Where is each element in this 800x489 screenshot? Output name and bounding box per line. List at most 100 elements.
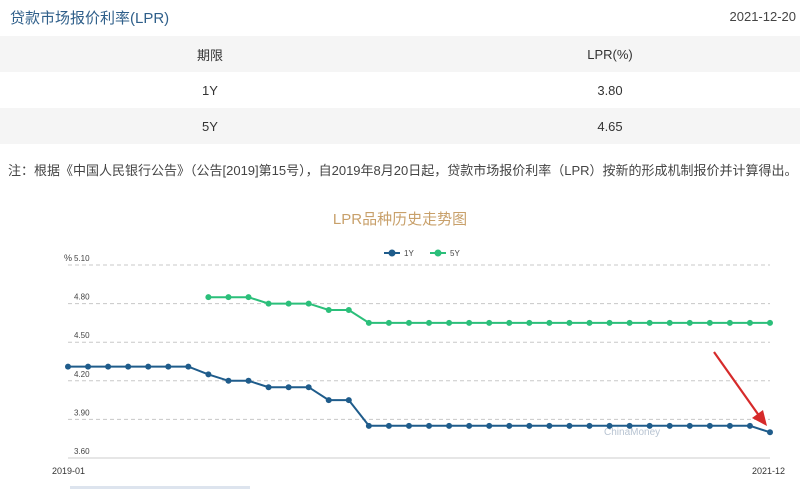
data-point[interactable] [385, 422, 392, 429]
data-point[interactable] [626, 319, 633, 326]
data-point[interactable] [706, 422, 713, 429]
data-point[interactable] [726, 319, 733, 326]
y-axis-unit: % [64, 253, 72, 263]
data-point[interactable] [526, 319, 533, 326]
column-header-lpr: LPR(%) [420, 36, 800, 72]
data-point[interactable] [666, 319, 673, 326]
data-point[interactable] [325, 307, 332, 314]
data-point[interactable] [205, 371, 212, 378]
data-point[interactable] [345, 397, 352, 404]
legend-item-5y[interactable]: 5Y [430, 249, 460, 258]
data-point[interactable] [385, 319, 392, 326]
data-point[interactable] [145, 363, 152, 370]
data-point[interactable] [586, 422, 593, 429]
legend-marker [388, 249, 396, 257]
term-cell: 5Y [0, 108, 420, 144]
data-point[interactable] [726, 422, 733, 429]
data-point[interactable] [245, 377, 252, 384]
data-point[interactable] [305, 300, 312, 307]
data-point[interactable] [426, 319, 433, 326]
data-point[interactable] [486, 319, 493, 326]
x-axis-end-label: 2021-12 [752, 466, 785, 476]
watermark: ChinaMoney [604, 427, 660, 438]
data-point[interactable] [646, 319, 653, 326]
data-point[interactable] [365, 319, 372, 326]
data-point[interactable] [125, 363, 132, 370]
red-arrow-annotation [713, 351, 767, 426]
page-title: 贷款市场报价利率(LPR) [10, 10, 170, 27]
data-point[interactable] [245, 294, 252, 301]
data-point[interactable] [526, 422, 533, 429]
data-point[interactable] [265, 384, 272, 391]
data-point[interactable] [646, 422, 653, 429]
data-point[interactable] [325, 397, 332, 404]
y-axis-labels: 5.10 4.80 4.50 4.20 3.90 3.60 [74, 254, 90, 456]
data-point[interactable] [506, 422, 513, 429]
data-point[interactable] [105, 363, 112, 370]
data-point[interactable] [265, 300, 272, 307]
series-line [68, 365, 771, 434]
data-point[interactable] [746, 422, 753, 429]
x-axis-start-label: 2019-01 [52, 466, 85, 476]
data-point[interactable] [686, 319, 693, 326]
data-point[interactable] [185, 363, 192, 370]
data-point[interactable] [225, 377, 232, 384]
data-point[interactable] [767, 429, 773, 436]
gridlines [68, 264, 770, 459]
data-point[interactable] [566, 319, 573, 326]
data-point[interactable] [345, 307, 352, 314]
data-point[interactable] [686, 422, 693, 429]
data-point[interactable] [225, 294, 232, 301]
lpr-line-chart: 5.10 4.80 4.50 4.20 3.90 3.60 % 1Y 5Y ChinaMon… [52, 249, 785, 476]
data-point[interactable] [466, 422, 473, 429]
series-line [208, 296, 770, 324]
y-tick-label: 4.20 [74, 370, 90, 379]
chart-legend: 1Y 5Y [384, 249, 460, 258]
data-point[interactable] [626, 422, 633, 429]
report-date: 2021-12-20 [729, 9, 797, 24]
data-point[interactable] [446, 319, 453, 326]
y-tick-label: 4.80 [74, 293, 90, 302]
table-header-row: 期限 LPR(%) [0, 36, 800, 72]
chart-panel: LPR品种历史走势图 5.10 4.80 4.50 4.20 3.90 3.60 % 1Y… [0, 190, 800, 489]
data-point[interactable] [165, 363, 172, 370]
data-point[interactable] [285, 300, 292, 307]
footnote: 注：根据《中国人民银行公告》（公告[2019]第15号），自2019年8月20日… [8, 163, 798, 178]
data-point[interactable] [65, 363, 71, 370]
data-point[interactable] [606, 422, 613, 429]
data-point[interactable] [546, 422, 553, 429]
rate-cell: 3.80 [597, 82, 623, 98]
data-point[interactable] [606, 319, 613, 326]
y-tick-label: 3.60 [74, 447, 90, 456]
data-point[interactable] [85, 363, 92, 370]
data-point[interactable] [767, 319, 773, 326]
y-tick-label: 5.10 [74, 254, 90, 263]
data-point[interactable] [426, 422, 433, 429]
series-layer [65, 294, 773, 436]
table-row: 5Y 4.65 [0, 108, 800, 144]
term-cell: 1Y [202, 82, 218, 98]
data-point[interactable] [706, 319, 713, 326]
data-point[interactable] [446, 422, 453, 429]
data-point[interactable] [405, 422, 412, 429]
y-tick-label: 4.50 [74, 331, 90, 340]
lpr-table: 期限 LPR(%) 1Y 3.80 5Y 4.65 [0, 36, 800, 144]
data-point[interactable] [566, 422, 573, 429]
data-point[interactable] [546, 319, 553, 326]
y-tick-label: 3.90 [74, 408, 90, 417]
data-point[interactable] [486, 422, 493, 429]
data-point[interactable] [365, 422, 372, 429]
series-5y [205, 294, 773, 326]
data-point[interactable] [205, 294, 212, 301]
data-point[interactable] [586, 319, 593, 326]
legend-label: 5Y [450, 249, 460, 258]
data-point[interactable] [666, 422, 673, 429]
data-point[interactable] [305, 384, 312, 391]
data-point[interactable] [746, 319, 753, 326]
data-point[interactable] [405, 319, 412, 326]
data-point[interactable] [506, 319, 513, 326]
data-point[interactable] [466, 319, 473, 326]
data-point[interactable] [285, 384, 292, 391]
legend-item-1y[interactable]: 1Y [384, 249, 414, 258]
rate-cell: 4.65 [420, 108, 800, 144]
